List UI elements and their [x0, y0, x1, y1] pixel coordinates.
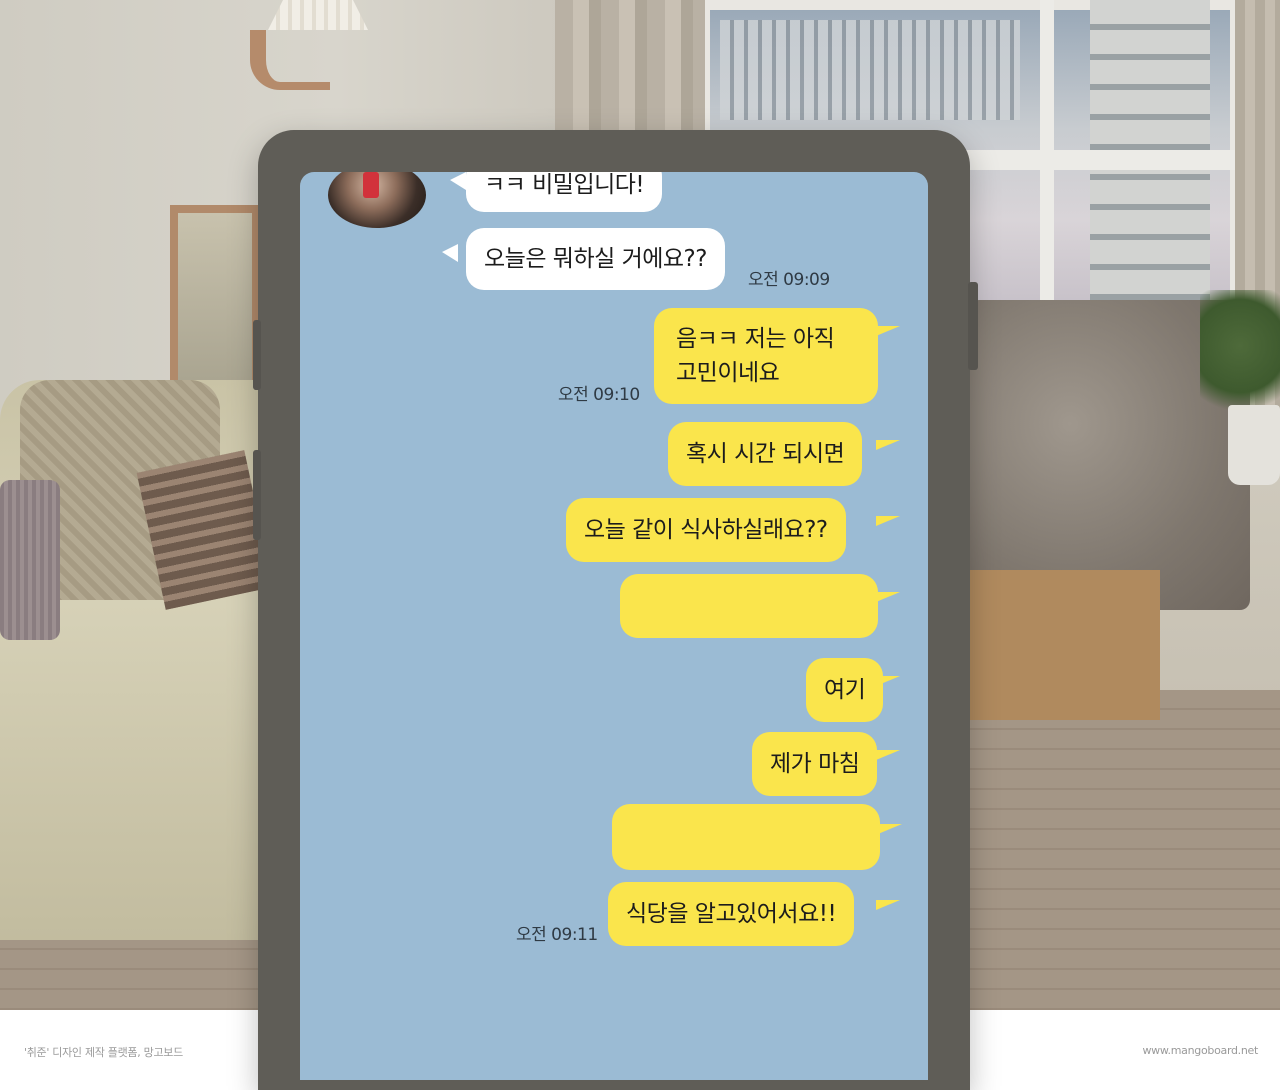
chat-screen[interactable]: ㅋㅋ 비밀입니다! 오늘은 뭐하실 거에요?? 오전 09:09 음ㅋㅋ 저는 …	[300, 172, 928, 1080]
chat-bubble-me-blank[interactable]	[612, 804, 880, 870]
bubble-tail	[876, 516, 900, 526]
message-timestamp: 오전 09:10	[558, 385, 640, 405]
footer-credit: '취준' 디자인 제작 플랫폼, 망고보드	[24, 1046, 183, 1059]
chat-bubble-friend[interactable]: 오늘은 뭐하실 거에요??	[466, 228, 725, 290]
phone-side-button	[968, 282, 978, 370]
avatar-phone-icon	[363, 172, 379, 198]
phone-volume-up-button	[253, 320, 261, 390]
picture-frame	[170, 205, 260, 405]
wall-lamp-icon	[268, 0, 368, 30]
footer-site-link[interactable]: www.mangoboard.net	[1142, 1044, 1258, 1057]
bubble-tail	[876, 592, 900, 602]
chat-bubble-friend[interactable]: ㅋㅋ 비밀입니다!	[466, 172, 663, 212]
cushion-small	[0, 480, 60, 640]
friend-avatar[interactable]	[328, 172, 426, 228]
message-timestamp: 오전 09:09	[748, 270, 830, 290]
chat-bubble-me[interactable]: 제가 마침	[752, 732, 878, 796]
plant-pot	[1228, 405, 1280, 485]
bubble-tail	[876, 750, 900, 760]
bubble-tail	[442, 244, 458, 262]
bubble-tail	[876, 326, 900, 336]
chat-bubble-me[interactable]: 식당을 알고있어서요!!	[608, 882, 855, 946]
lamp-arm	[250, 30, 330, 90]
chat-bubble-me[interactable]: 혹시 시간 되시면	[668, 422, 863, 486]
chat-bubble-me[interactable]: 음ㅋㅋ 저는 아직 고민이네요	[654, 308, 878, 404]
message-line: 음ㅋㅋ 저는 아직	[676, 326, 835, 352]
bubble-tail	[876, 440, 900, 450]
phone-volume-down-button	[253, 450, 261, 540]
bubble-tail	[878, 824, 902, 834]
chat-bubble-me-blank[interactable]	[620, 574, 878, 638]
outside-building	[720, 20, 1020, 120]
chat-bubble-me[interactable]: 오늘 같이 식사하실래요??	[566, 498, 846, 562]
message-timestamp: 오전 09:11	[516, 925, 598, 945]
chat-bubble-me[interactable]: 여기	[806, 658, 884, 722]
bubble-tail	[876, 900, 900, 910]
message-line: 고민이네요	[676, 360, 780, 386]
bubble-tail	[450, 172, 466, 190]
bed-frame	[960, 570, 1160, 720]
bubble-tail	[876, 676, 900, 686]
